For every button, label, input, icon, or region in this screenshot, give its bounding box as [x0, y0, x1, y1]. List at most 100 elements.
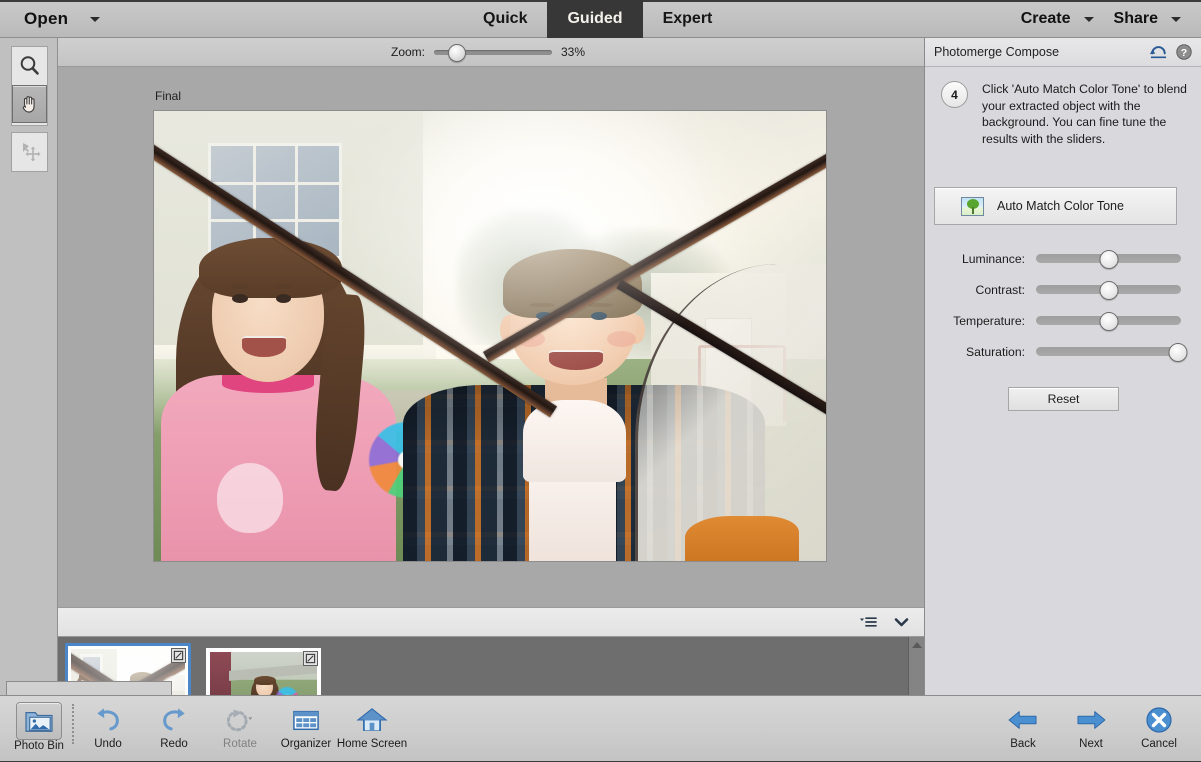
- redo-label: Redo: [160, 738, 188, 750]
- redo-arrow-icon: [159, 702, 189, 738]
- canvas-region[interactable]: Final: [58, 67, 924, 607]
- tab-expert[interactable]: Expert: [643, 0, 733, 38]
- create-menu-label: Create: [1021, 10, 1071, 28]
- photo-bin: [58, 637, 924, 695]
- rotate-label: Rotate: [223, 738, 257, 750]
- bottom-left-tools: Photo Bin Undo: [6, 696, 405, 762]
- slider-label-temperature: Temperature:: [941, 314, 1025, 328]
- canvas-status-bar: [58, 607, 924, 637]
- left-tool-strip: [0, 38, 58, 695]
- chevron-down-icon: [90, 17, 100, 22]
- work-area: Zoom: 33% Final: [58, 38, 924, 695]
- zoom-slider-thumb[interactable]: [448, 44, 466, 62]
- open-menu-button[interactable]: Open: [18, 6, 106, 32]
- step-instruction-text: Click 'Auto Match Color Tone' to blend y…: [982, 81, 1187, 147]
- bottom-right-actions: Back Next Cancel: [989, 696, 1193, 762]
- help-question-icon[interactable]: ?: [1176, 44, 1192, 60]
- cancel-button[interactable]: Cancel: [1125, 696, 1193, 750]
- open-menu-label: Open: [24, 9, 68, 29]
- application-window: Open Quick Guided Expert Create Share: [0, 0, 1201, 761]
- revert-arrow-icon[interactable]: [1149, 44, 1168, 60]
- photo-bin-button[interactable]: Photo Bin: [6, 696, 72, 752]
- reset-button-label: Reset: [1048, 392, 1080, 406]
- redo-button[interactable]: Redo: [141, 696, 207, 750]
- create-menu-button[interactable]: Create: [1013, 6, 1102, 32]
- chevron-down-icon: [1171, 17, 1181, 22]
- auto-match-color-tone-label: Auto Match Color Tone: [997, 199, 1124, 213]
- tool-group-primary: [11, 46, 48, 126]
- back-button[interactable]: Back: [989, 696, 1057, 750]
- zoom-toolbar: Zoom: 33%: [58, 38, 924, 67]
- slider-luminance[interactable]: [1036, 254, 1181, 263]
- edit-badge-icon[interactable]: [171, 648, 186, 663]
- edit-badge-icon[interactable]: [303, 651, 318, 666]
- slider-temperature[interactable]: [1036, 316, 1181, 325]
- hand-tool[interactable]: [12, 85, 47, 123]
- tab-quick-label: Quick: [483, 10, 527, 28]
- arrow-right-icon: [1075, 702, 1107, 738]
- subject-girl: [161, 210, 416, 561]
- right-menu-group: Create Share: [1013, 6, 1189, 32]
- home-screen-label: Home Screen: [337, 738, 407, 750]
- home-house-icon: [356, 702, 388, 738]
- top-menu-bar: Open Quick Guided Expert Create Share: [0, 0, 1201, 38]
- bottom-toolbar: Photo Bin Undo: [0, 695, 1201, 761]
- organizer-grid-icon: [291, 702, 321, 738]
- image-label: Final: [155, 89, 181, 103]
- list-menu-icon[interactable]: [860, 616, 877, 629]
- zoom-slider[interactable]: [434, 50, 552, 55]
- zoom-tool[interactable]: [12, 47, 47, 85]
- slider-row-contrast: Contrast:: [925, 274, 1201, 305]
- chevron-down-icon: [1084, 17, 1094, 22]
- share-menu-button[interactable]: Share: [1106, 6, 1189, 32]
- next-label: Next: [1079, 738, 1103, 750]
- slider-thumb-temperature[interactable]: [1099, 312, 1118, 331]
- tree-photo-icon: [961, 197, 984, 216]
- slider-label-saturation: Saturation:: [941, 345, 1025, 359]
- tent-orange-fabric: [685, 516, 799, 561]
- next-button[interactable]: Next: [1057, 696, 1125, 750]
- zoom-label: Zoom:: [391, 45, 425, 59]
- svg-text:?: ?: [1181, 47, 1187, 59]
- tab-quick[interactable]: Quick: [463, 0, 547, 38]
- panel-header: Photomerge Compose ?: [925, 38, 1201, 67]
- photo-bin-icon: [16, 702, 62, 740]
- photo-bin-label: Photo Bin: [14, 740, 64, 752]
- slider-label-luminance: Luminance:: [941, 252, 1025, 266]
- photo-scene: [154, 111, 826, 561]
- slider-saturation[interactable]: [1036, 347, 1181, 356]
- slider-thumb-luminance[interactable]: [1099, 250, 1118, 269]
- home-screen-button[interactable]: Home Screen: [339, 696, 405, 750]
- panel-title: Photomerge Compose: [934, 45, 1141, 59]
- move-tool[interactable]: [12, 133, 47, 171]
- right-panel: Photomerge Compose ? 4 Click 'Auto Match…: [924, 38, 1201, 695]
- organizer-label: Organizer: [281, 738, 332, 750]
- hand-icon: [19, 93, 41, 115]
- cancel-label: Cancel: [1141, 738, 1177, 750]
- adjustment-sliders: Luminance: Contrast: Temperature: Satura…: [925, 243, 1201, 367]
- organizer-button[interactable]: Organizer: [273, 696, 339, 750]
- move-icon: [18, 140, 42, 164]
- tab-expert-label: Expert: [663, 10, 713, 28]
- slider-label-contrast: Contrast:: [941, 283, 1025, 297]
- undo-button[interactable]: Undo: [75, 696, 141, 750]
- cancel-circle-icon: [1145, 702, 1173, 738]
- undo-arrow-icon: [93, 702, 123, 738]
- back-label: Back: [1010, 738, 1036, 750]
- composite-image[interactable]: [153, 110, 827, 562]
- magnifier-icon: [18, 54, 42, 78]
- arrow-left-icon: [1007, 702, 1039, 738]
- tab-guided[interactable]: Guided: [547, 0, 642, 38]
- slider-thumb-saturation[interactable]: [1169, 343, 1188, 362]
- rotate-button[interactable]: Rotate: [207, 696, 273, 750]
- slider-row-temperature: Temperature:: [925, 305, 1201, 336]
- slider-contrast[interactable]: [1036, 285, 1181, 294]
- auto-match-color-tone-button[interactable]: Auto Match Color Tone: [934, 187, 1177, 225]
- rotate-icon: [223, 702, 257, 738]
- tool-group-secondary: [11, 132, 48, 172]
- share-menu-label: Share: [1114, 10, 1158, 28]
- scroll-up-icon[interactable]: [912, 642, 922, 648]
- slider-thumb-contrast[interactable]: [1099, 281, 1118, 300]
- chevron-down-icon[interactable]: [893, 616, 910, 629]
- reset-button[interactable]: Reset: [1008, 387, 1119, 411]
